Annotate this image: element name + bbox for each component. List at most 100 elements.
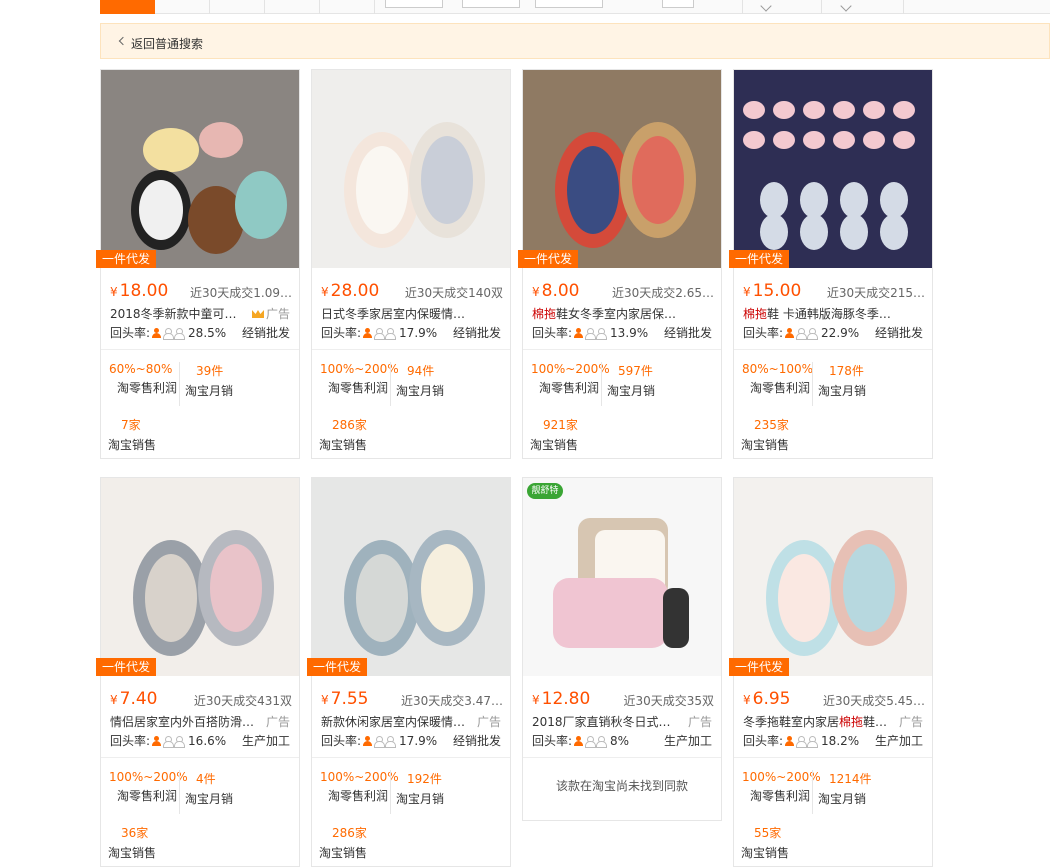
stat-monthly: 4件 淘宝月销 bbox=[185, 770, 233, 807]
title-text: 鞋 卡通韩版海豚冬季家居… bbox=[767, 307, 893, 321]
rate-label: 回头率: bbox=[321, 326, 362, 340]
product-image-wrap[interactable]: 一件代发 bbox=[729, 478, 932, 676]
sales-count: 近30天成交5.45… bbox=[823, 694, 925, 708]
person-icon bbox=[585, 328, 597, 340]
person-icon bbox=[363, 736, 373, 746]
ad-text: 广告 bbox=[265, 715, 290, 729]
price-min-input[interactable] bbox=[385, 0, 443, 8]
filter-dropdown[interactable] bbox=[822, 0, 904, 14]
product-card[interactable]: 一件代发 ¥7.55 近30天成交3.47… 新款休闲家居室内保暖情… 广告 回头率: 17… bbox=[307, 477, 511, 867]
stat-label: 淘零售利润 bbox=[539, 381, 600, 395]
product-image-wrap[interactable]: 一件代发 bbox=[307, 478, 510, 676]
price: ¥8.00 bbox=[532, 281, 580, 301]
product-title[interactable]: 2018厂家直销秋冬日式… bbox=[532, 713, 682, 730]
sort-tab-active[interactable] bbox=[100, 0, 155, 14]
stat-shops: 36家 淘宝销售 bbox=[108, 824, 156, 861]
quantity-input[interactable] bbox=[662, 0, 694, 8]
person-icon bbox=[807, 328, 819, 340]
sort-tab[interactable] bbox=[210, 0, 265, 14]
product-info: ¥6.95 近30天成交5.45… 冬季拖鞋室内家居棉拖鞋… 广告 回头率: 18.2% 生… bbox=[734, 676, 932, 758]
product-title[interactable]: 2018冬季新款中童可… bbox=[110, 305, 260, 322]
sort-tab[interactable] bbox=[320, 0, 375, 14]
price-value: 28.00 bbox=[330, 281, 380, 301]
stat-shops: 235家 淘宝销售 bbox=[741, 416, 789, 453]
business-mode: 经销批发 bbox=[663, 326, 712, 340]
product-stats: 80%~100% 淘零售利润 178件 淘宝月销 235家 淘宝销售 bbox=[734, 350, 932, 458]
dropship-badge: 一件代发 bbox=[729, 658, 790, 676]
back-to-search-link[interactable]: 返回普通搜索 bbox=[131, 35, 203, 52]
product-stats: 100%~200% 淘零售利润 94件 淘宝月销 286家 淘宝销售 bbox=[312, 350, 510, 458]
person-icon bbox=[385, 328, 397, 340]
filter-dropdown[interactable] bbox=[742, 0, 822, 14]
product-card[interactable]: 一件代发 ¥7.40 近30天成交431双 情侣居家室内外百搭防滑… 广告 回头率: 16.… bbox=[96, 477, 300, 867]
product-image-wrap[interactable] bbox=[312, 70, 510, 268]
stat-monthly: 94件 淘宝月销 bbox=[396, 362, 444, 399]
rate-label: 回头率: bbox=[110, 734, 151, 748]
product-image bbox=[312, 70, 510, 268]
product-title[interactable]: 情侣居家室内外百搭防滑… bbox=[110, 713, 260, 730]
stat-label: 淘零售利润 bbox=[117, 789, 178, 803]
view-toggle[interactable] bbox=[535, 0, 603, 8]
product-card[interactable]: 一件代发 ¥18.00 近30天成交1.09… 2018冬季新款中童可… 广告 回头率: 2… bbox=[96, 69, 300, 459]
stat-shops: 286家 淘宝销售 bbox=[319, 416, 367, 453]
stat-profit: 100%~200% 淘零售利润 bbox=[109, 770, 188, 804]
product-title[interactable]: 新款休闲家居室内保暖情… bbox=[321, 713, 471, 730]
stat-label: 淘宝月销 bbox=[396, 384, 445, 398]
person-icon bbox=[385, 736, 397, 748]
product-stats: 100%~200% 淘零售利润 192件 淘宝月销 286家 淘宝销售 bbox=[312, 758, 510, 866]
person-icon bbox=[596, 736, 608, 748]
stat-monthly: 178件 淘宝月销 bbox=[818, 362, 866, 399]
product-image bbox=[523, 478, 721, 676]
product-stats: 100%~200% 淘零售利润 1214件 淘宝月销 55家 淘宝销售 bbox=[734, 758, 932, 866]
price-value: 15.00 bbox=[752, 281, 802, 301]
product-card[interactable]: 一件代发 ¥8.00 近30天成交2.65… 棉拖鞋女冬季室内家居保暖情侣… 回头率: 1… bbox=[518, 69, 722, 459]
price-max-input[interactable] bbox=[462, 0, 520, 8]
stat-label: 淘宝月销 bbox=[818, 384, 867, 398]
title-text: 冬季拖鞋室内家居 bbox=[743, 715, 840, 729]
stat-value: 286家 bbox=[332, 418, 367, 432]
product-image-wrap[interactable]: 一件代发 bbox=[729, 70, 932, 268]
product-card[interactable]: 靓舒特 ¥12.80 近30天成交35双 2018厂家直销秋冬日式… 广告 回头率: 8% 生… bbox=[522, 477, 722, 821]
product-title[interactable]: 日式冬季家居室内保暖情侣拖鞋… bbox=[321, 305, 471, 322]
product-stats: 100%~200% 淘零售利润 597件 淘宝月销 921家 淘宝销售 bbox=[523, 350, 721, 458]
person-icon bbox=[785, 328, 795, 338]
business-mode: 经销批发 bbox=[241, 326, 290, 340]
stat-value: 60%~80% bbox=[109, 362, 173, 376]
dropship-badge: 一件代发 bbox=[96, 250, 157, 268]
product-image bbox=[101, 478, 299, 676]
price-value: 8.00 bbox=[541, 281, 580, 301]
currency-symbol: ¥ bbox=[743, 285, 751, 299]
product-title[interactable]: 冬季拖鞋室内家居棉拖鞋… bbox=[743, 713, 893, 730]
currency-symbol: ¥ bbox=[743, 693, 751, 707]
stat-label: 淘宝销售 bbox=[741, 438, 790, 452]
price: ¥7.40 bbox=[110, 689, 158, 709]
product-image-wrap[interactable]: 一件代发 bbox=[96, 478, 299, 676]
product-image-wrap[interactable]: 一件代发 bbox=[96, 70, 299, 268]
repurchase-rate: 回头率: 16.6% bbox=[110, 732, 226, 749]
sort-tab[interactable] bbox=[155, 0, 210, 14]
ad-text: 广告 bbox=[898, 715, 923, 729]
sort-tab[interactable] bbox=[265, 0, 320, 14]
dropship-badge: 一件代发 bbox=[729, 250, 790, 268]
person-icon bbox=[374, 736, 386, 748]
product-card[interactable]: 一件代发 ¥6.95 近30天成交5.45… 冬季拖鞋室内家居棉拖鞋… 广告 回头率: 18… bbox=[729, 477, 933, 867]
brand-badge: 靓舒特 bbox=[527, 483, 563, 499]
currency-symbol: ¥ bbox=[110, 285, 118, 299]
product-title[interactable]: 棉拖鞋 卡通韩版海豚冬季家居… bbox=[743, 305, 893, 322]
currency-symbol: ¥ bbox=[532, 285, 540, 299]
person-icon bbox=[596, 328, 608, 340]
product-image-wrap[interactable]: 一件代发 bbox=[518, 70, 721, 268]
product-image-wrap[interactable]: 靓舒特 bbox=[523, 478, 721, 676]
product-title[interactable]: 棉拖鞋女冬季室内家居保暖情侣… bbox=[532, 305, 682, 322]
rate-value: 8% bbox=[610, 734, 630, 748]
stat-value: 7家 bbox=[121, 418, 141, 432]
chevron-left-icon bbox=[118, 36, 128, 46]
product-card[interactable]: ¥28.00 近30天成交140双日式冬季家居室内保暖情侣拖鞋… 回头率: 17.9%… bbox=[311, 69, 511, 459]
ad-label: 广告 bbox=[477, 713, 501, 730]
product-card[interactable]: 一件代发 ¥15.00 近30天成交215… 棉拖鞋 卡通韩版海豚冬季家居… 回头率: 2… bbox=[729, 69, 933, 459]
stat-label: 淘零售利润 bbox=[117, 381, 178, 395]
currency-symbol: ¥ bbox=[110, 693, 118, 707]
stat-label: 淘宝月销 bbox=[396, 792, 445, 806]
stat-profit: 100%~200% 淘零售利润 bbox=[531, 362, 610, 396]
rate-label: 回头率: bbox=[321, 734, 362, 748]
